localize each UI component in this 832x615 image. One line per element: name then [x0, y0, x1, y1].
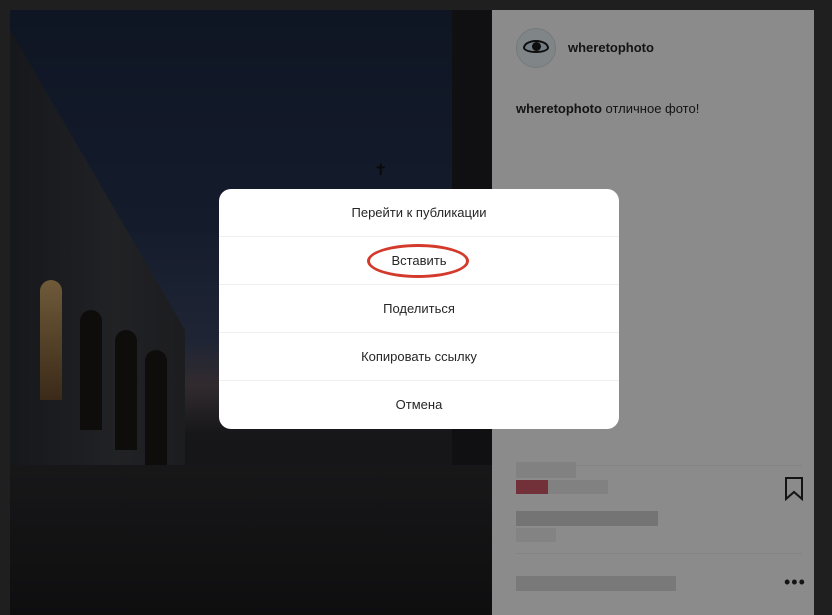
blurred-likes-count	[516, 511, 658, 526]
caption-username[interactable]: wheretophoto	[516, 101, 602, 116]
menu-item-copy-link[interactable]: Копировать ссылку	[219, 333, 619, 381]
post-options-dialog: Перейти к публикации Вставить Поделиться…	[219, 189, 619, 429]
blurred-like-icon	[516, 480, 548, 494]
menu-item-cancel[interactable]: Отмена	[219, 381, 619, 429]
menu-item-embed[interactable]: Вставить	[219, 237, 619, 285]
menu-item-share[interactable]: Поделиться	[219, 285, 619, 333]
avatar[interactable]	[516, 28, 556, 68]
bookmark-icon[interactable]	[784, 477, 804, 501]
church-cross-icon: ✝	[374, 162, 388, 179]
blurred-comment-input[interactable]	[516, 576, 676, 591]
arch-window	[145, 350, 167, 470]
arch-window	[80, 310, 102, 430]
more-options-icon[interactable]: •••	[784, 572, 806, 593]
street	[10, 465, 492, 615]
post-username[interactable]: wheretophoto	[568, 40, 654, 55]
arch-window	[115, 330, 137, 450]
blurred-action-icons	[516, 462, 576, 478]
lit-arch-window	[40, 280, 62, 400]
divider	[516, 553, 802, 554]
caption-text: отличное фото!	[601, 101, 700, 116]
menu-item-go-to-post[interactable]: Перейти к публикации	[219, 189, 619, 237]
menu-item-embed-label: Вставить	[391, 253, 447, 268]
post-caption: wheretophoto отличное фото!	[516, 101, 699, 116]
